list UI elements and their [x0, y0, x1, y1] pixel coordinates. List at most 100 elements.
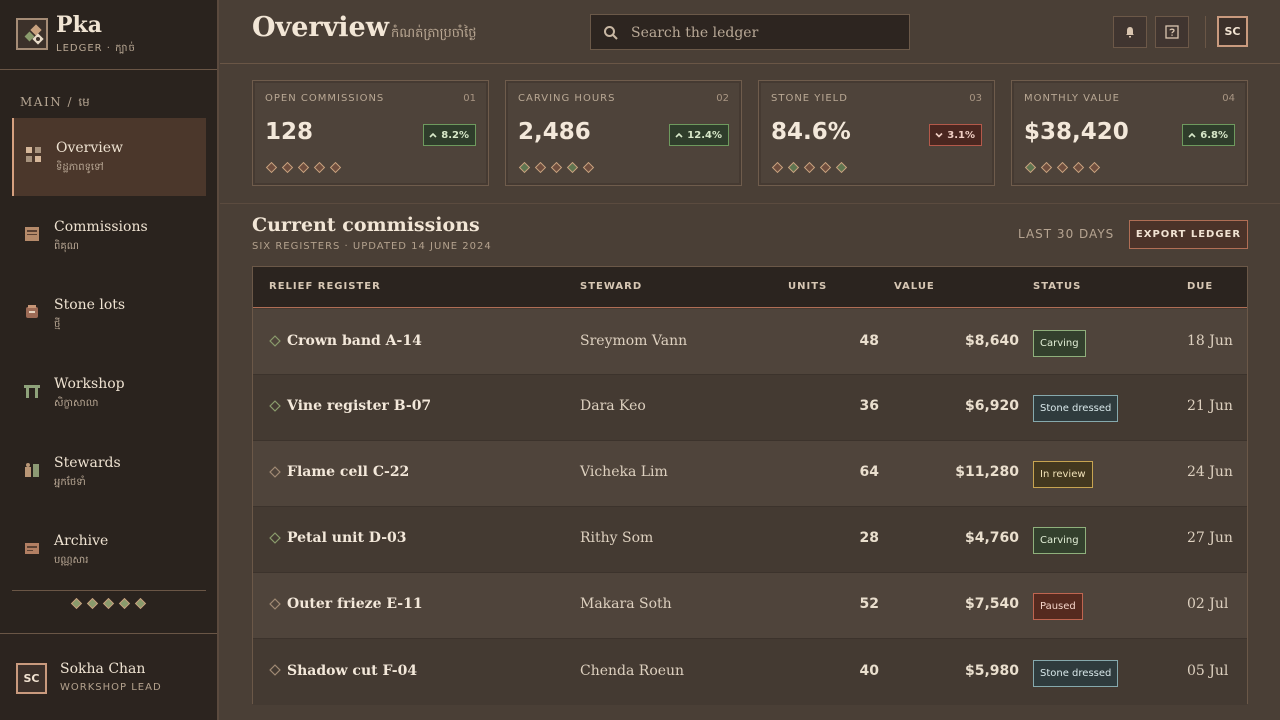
steward-name: Dara Keo [580, 398, 646, 414]
value-amount: $5,980 [964, 663, 1019, 679]
units-value: 48 [859, 333, 879, 349]
sidebar-divider [12, 590, 206, 591]
due-date: 05 Jul [1187, 663, 1229, 679]
ornament-diamonds-icon [70, 598, 147, 610]
value-amount: $8,640 [964, 333, 1019, 349]
sidebar: Pka LEDGER · ក្បាច់ MAIN / មេ Overview ទ… [0, 0, 219, 720]
sidebar-item-label: Stone lots [54, 297, 126, 313]
kpi-index: 04 [1222, 93, 1235, 104]
value-amount: $11,280 [955, 464, 1019, 480]
kpi-label: MONTHLY VALUE [1024, 93, 1120, 104]
header-avatar[interactable]: SC [1217, 16, 1248, 47]
sidebar-item-stone-lots[interactable]: Stone lots ថ្មី [12, 275, 206, 353]
due-date: 27 Jun [1187, 530, 1233, 546]
kpi-index: 02 [716, 93, 729, 104]
register-name: Shadow cut F-04 [287, 663, 418, 679]
ornament-diamonds-icon [265, 162, 342, 174]
column-header-status[interactable]: STATUS [1033, 281, 1081, 292]
table-row[interactable]: Petal unit D-03 Rithy Som 28 $4,760 Carv… [253, 507, 1247, 573]
export-ledger-button[interactable]: EXPORT LEDGER [1129, 220, 1248, 249]
register-name: Vine register B-07 [287, 398, 432, 414]
brand: Pka LEDGER · ក្បាច់ [0, 0, 217, 70]
sidebar-item-workshop[interactable]: Workshop សិក្ខាសាលា [12, 354, 206, 432]
stone-jar-icon [26, 305, 38, 318]
ornament-diamonds-icon [518, 162, 595, 174]
diamond-marker-icon [269, 400, 281, 412]
kpi-delta-badge: 3.1% [929, 124, 982, 146]
register-name: Outer frieze E-11 [287, 596, 423, 612]
due-date: 24 Jun [1187, 464, 1233, 480]
chevron-up-icon [675, 132, 683, 138]
register-name: Petal unit D-03 [287, 530, 407, 546]
sidebar-item-label: Stewards [54, 455, 121, 471]
status-badge: Stone dressed [1033, 660, 1119, 687]
user-role: WORKSHOP LEAD [60, 682, 162, 693]
steward-name: Sreymom Vann [580, 333, 688, 349]
units-value: 52 [859, 596, 879, 612]
kpi-delta-badge: 12.4% [669, 124, 729, 146]
kpi-delta-badge: 6.8% [1182, 124, 1235, 146]
status-badge: Carving [1033, 527, 1086, 554]
column-header-steward[interactable]: STEWARD [580, 281, 642, 292]
table-row[interactable]: Shadow cut F-04 Chenda Roeun 40 $5,980 S… [253, 639, 1247, 705]
column-header-units[interactable]: UNITS [788, 281, 827, 292]
notifications-button[interactable] [1113, 16, 1147, 48]
brand-subtitle: LEDGER · ក្បាច់ [56, 43, 136, 54]
table-row[interactable]: Vine register B-07 Dara Keo 36 $6,920 St… [253, 375, 1247, 441]
kpi-delta-value: 12.4% [687, 129, 722, 141]
sidebar-item-stewards[interactable]: Stewards អ្នកថែទាំ [12, 433, 206, 511]
due-date: 18 Jun [1187, 333, 1233, 349]
search-box[interactable] [590, 14, 910, 50]
status-badge: Carving [1033, 330, 1086, 357]
register-name: Flame cell C-22 [287, 464, 410, 480]
table-row[interactable]: Flame cell C-22 Vicheka Lim 64 $11,280 I… [253, 441, 1247, 507]
help-icon [1165, 25, 1179, 39]
gate-icon [24, 385, 40, 398]
commissions-table: RELIEF REGISTER STEWARD UNITS VALUE STAT… [252, 266, 1248, 705]
kpi-index: 03 [969, 93, 982, 104]
column-header-due[interactable]: DUE [1187, 281, 1213, 292]
section-divider [220, 203, 1280, 204]
status-badge: Paused [1033, 593, 1083, 620]
brand-name: Pka [56, 12, 103, 38]
diamond-marker-icon [269, 598, 281, 610]
avatar: SC [16, 663, 47, 694]
diamond-marker-icon [269, 466, 281, 478]
brand-logo-icon [16, 18, 48, 50]
kpi-delta-value: 6.8% [1200, 129, 1228, 141]
steward-name: Makara Soth [580, 596, 672, 612]
kpi-value: 2,486 [518, 119, 591, 145]
kpi-value: 84.6% [771, 119, 851, 145]
search-input[interactable] [631, 22, 901, 44]
units-value: 36 [859, 398, 879, 414]
status-badge: In review [1033, 461, 1093, 488]
sidebar-item-sublabel: ទិដ្ឋភាពទូទៅ [56, 162, 104, 173]
kpi-label: STONE YIELD [771, 93, 848, 104]
sidebar-item-commissions[interactable]: Commissions ពិគុណ [12, 197, 206, 275]
column-header-register[interactable]: RELIEF REGISTER [269, 281, 381, 292]
page-title: Overview [252, 12, 389, 43]
value-amount: $7,540 [964, 596, 1019, 612]
help-button[interactable] [1155, 16, 1189, 48]
top-header: Overview កំណត់ត្រាប្រចាំថ្ងៃ SC [220, 0, 1280, 64]
due-date: 02 Jul [1187, 596, 1229, 612]
search-icon [604, 26, 618, 40]
diamond-marker-icon [269, 532, 281, 544]
sidebar-item-archive[interactable]: Archive បណ្ណសារ [12, 511, 206, 589]
date-range-filter[interactable]: LAST 30 DAYS [1018, 227, 1114, 241]
sidebar-item-label: Workshop [54, 376, 125, 392]
table-row[interactable]: Crown band A-14 Sreymom Vann 48 $8,640 C… [253, 309, 1247, 375]
column-header-value[interactable]: VALUE [894, 281, 935, 292]
units-value: 28 [859, 530, 879, 546]
kpi-delta-value: 3.1% [947, 129, 975, 141]
sidebar-item-overview[interactable]: Overview ទិដ្ឋភាពទូទៅ [12, 118, 206, 196]
sidebar-item-sublabel: អ្នកថែទាំ [54, 477, 86, 488]
due-date: 21 Jun [1187, 398, 1233, 414]
chevron-up-icon [1188, 132, 1196, 138]
kpi-label: OPEN COMMISSIONS [265, 93, 385, 104]
table-row[interactable]: Outer frieze E-11 Makara Soth 52 $7,540 … [253, 573, 1247, 639]
ornament-diamonds-icon [1024, 162, 1101, 174]
kpi-card-open-commissions: OPEN COMMISSIONS 01 128 8.2% [252, 80, 489, 186]
current-user[interactable]: SC Sokha Chan WORKSHOP LEAD [0, 633, 217, 720]
section-subtitle: SIX REGISTERS · UPDATED 14 JUNE 2024 [252, 241, 492, 252]
